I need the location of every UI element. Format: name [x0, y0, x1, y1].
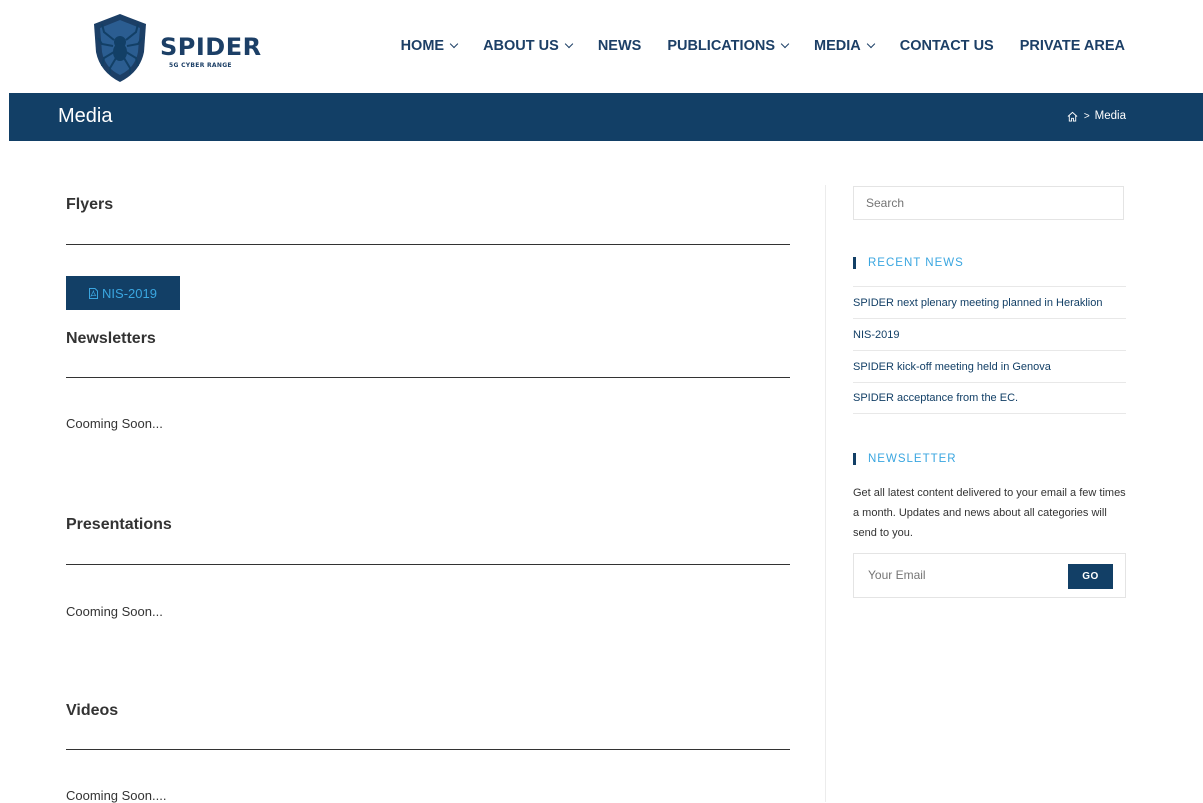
nav-label: NEWS — [597, 38, 642, 54]
coming-soon-text: Cooming Soon... — [66, 416, 163, 431]
coming-soon-text: Cooming Soon... — [66, 604, 163, 619]
email-field[interactable] — [866, 567, 1050, 583]
nav-home[interactable]: HOME — [400, 38, 459, 54]
divider — [66, 244, 790, 245]
site-logo[interactable]: SPIDER 5G CYBER RANGE — [90, 12, 261, 84]
breadcrumb: > Media — [1067, 110, 1126, 122]
heading-bar — [853, 453, 856, 465]
nav-publications[interactable]: PUBLICATIONS — [667, 38, 790, 54]
nav-label: MEDIA — [814, 38, 861, 54]
news-link[interactable]: NIS-2019 — [853, 318, 1126, 350]
section-title: Flyers — [66, 196, 114, 213]
news-link[interactable]: SPIDER acceptance from the EC. — [853, 382, 1126, 414]
search-input[interactable] — [853, 186, 1124, 220]
widget-title: RECENT NEWS — [868, 257, 964, 269]
recent-news-heading: RECENT NEWS — [853, 257, 964, 269]
chevron-down-icon — [449, 39, 459, 49]
newsletter-description: Get all latest content delivered to your… — [853, 487, 1126, 539]
news-link[interactable]: SPIDER next plenary meeting planned in H… — [853, 286, 1126, 318]
section-title: Presentations — [66, 516, 172, 533]
chevron-down-icon — [780, 39, 790, 49]
section-title: Videos — [66, 702, 119, 719]
heading-bar — [853, 257, 856, 269]
breadcrumb-separator: > — [1083, 110, 1090, 122]
section-flyers: Flyers — [66, 196, 790, 214]
page-title-bar: Media > Media — [9, 93, 1203, 141]
brand-name: SPIDER — [160, 33, 262, 61]
site-header: SPIDER 5G CYBER RANGE HOME ABOUT US NEWS… — [0, 0, 1203, 93]
nav-about-us[interactable]: ABOUT US — [483, 38, 574, 54]
section-videos: Videos — [66, 702, 790, 720]
section-title: Newsletters — [66, 330, 156, 347]
nav-private-area[interactable]: PRIVATE AREA — [1020, 38, 1125, 54]
section-presentations: Presentations — [66, 516, 790, 534]
subscribe-button[interactable]: GO — [1068, 564, 1113, 589]
brand-tagline: 5G CYBER RANGE — [169, 62, 232, 69]
nav-label: PRIVATE AREA — [1019, 38, 1125, 54]
divider — [66, 377, 790, 378]
button-label: NIS-2019 — [102, 285, 157, 301]
section-newsletters: Newsletters — [66, 330, 790, 348]
chevron-down-icon — [564, 39, 574, 49]
nav-media[interactable]: MEDIA — [814, 38, 875, 54]
spider-shield-icon — [94, 14, 146, 82]
nav-label: PUBLICATIONS — [667, 38, 775, 54]
nav-label: HOME — [400, 38, 445, 54]
chevron-down-icon — [866, 39, 875, 49]
nav-contact-us[interactable]: CONTACT US — [900, 38, 994, 54]
home-icon[interactable] — [1067, 111, 1078, 122]
recent-news-list: SPIDER next plenary meeting planned in H… — [853, 286, 1126, 414]
divider — [66, 564, 790, 565]
newsletter-heading: NEWSLETTER — [853, 453, 957, 465]
main-nav: HOME ABOUT US NEWS PUBLICATIONS MEDIA CO… — [375, 38, 1125, 54]
nav-news[interactable]: NEWS — [598, 38, 642, 54]
divider — [66, 749, 790, 750]
sidebar-divider — [825, 185, 826, 802]
page-title: Media — [58, 105, 113, 127]
pdf-file-icon — [89, 287, 99, 299]
coming-soon-text: Cooming Soon.... — [66, 788, 167, 803]
breadcrumb-current: Media — [1094, 110, 1126, 122]
flyer-nis-2019-button[interactable]: NIS-2019 — [66, 276, 180, 310]
newsletter-form: GO — [853, 553, 1126, 598]
nav-label: CONTACT US — [899, 38, 994, 54]
widget-title: NEWSLETTER — [868, 453, 957, 465]
news-link[interactable]: SPIDER kick-off meeting held in Genova — [853, 350, 1126, 382]
nav-label: ABOUT US — [483, 38, 559, 54]
